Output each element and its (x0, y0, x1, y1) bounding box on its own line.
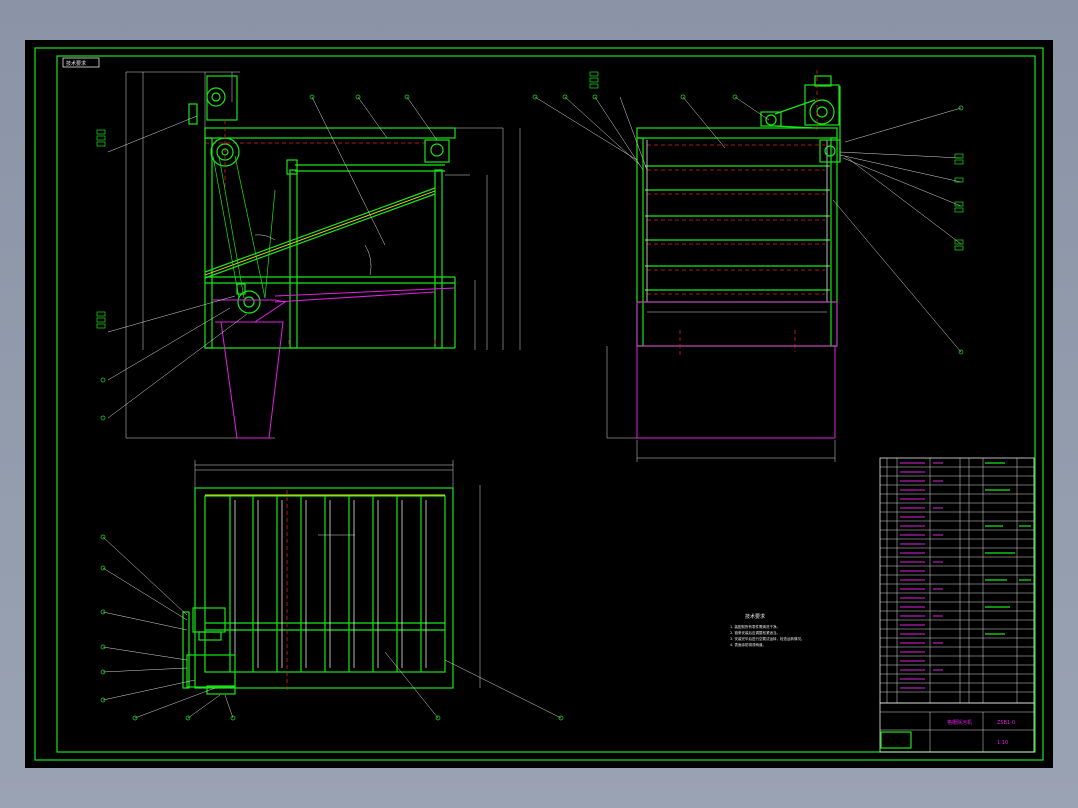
drawing-sheet[interactable]: 技术要求 格栅除污机 ZSB1-0 1:10 技术要求 1. 装配前所有零件需清… (25, 40, 1053, 768)
note-1: 1. 装配前所有零件需清洗干净。 (730, 624, 780, 629)
front-view (532, 70, 964, 462)
cad-viewer: 技术要求 格栅除污机 ZSB1-0 1:10 技术要求 1. 装配前所有零件需清… (0, 0, 1078, 808)
note-4: 4. 表面涂防锈漆两道。 (730, 642, 766, 647)
title-scale: 1:10 (997, 740, 1008, 746)
note-3: 3. 安装完毕后进行空载试运转，检查运转情况。 (730, 636, 804, 641)
drawing-canvas: 技术要求 格栅除污机 ZSB1-0 1:10 技术要求 1. 装配前所有零件需清… (34, 47, 1044, 761)
plan-view (100, 460, 564, 721)
note-2: 2. 链条安装后应调整松紧适当。 (730, 630, 780, 635)
title-drawing-number: ZSB1-0 (997, 720, 1015, 726)
tag-label: 技术要求 (66, 60, 86, 67)
notes-title: 技术要求 (745, 613, 765, 620)
side-view (96, 71, 521, 439)
inner-border (56, 55, 1036, 753)
technical-notes: 技术要求 1. 装配前所有零件需清洗干净。 2. 链条安装后应调整松紧适当。 3… (730, 613, 804, 647)
parts-list (879, 457, 1035, 704)
title-drawing-name: 格栅除污机 (947, 719, 972, 726)
title-block: 格栅除污机 ZSB1-0 1:10 (879, 702, 1035, 753)
